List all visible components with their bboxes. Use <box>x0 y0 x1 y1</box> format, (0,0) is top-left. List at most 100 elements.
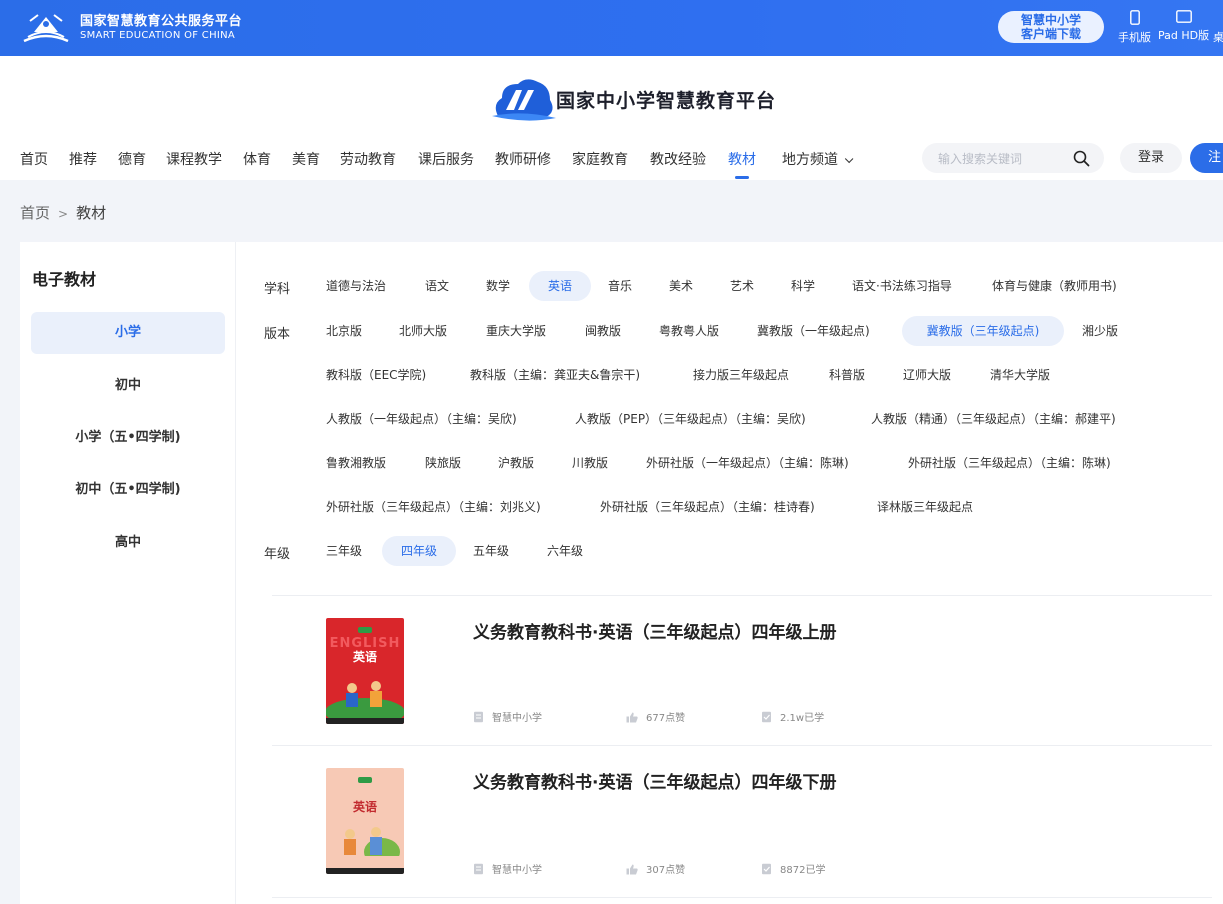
nav-moral[interactable]: 德育 <box>118 149 146 169</box>
book-learners-text: 8872已学 <box>780 865 826 876</box>
edition-chip[interactable]: 北师大版 <box>399 316 447 346</box>
nav-labor[interactable]: 劳动教育 <box>340 149 396 169</box>
pad-version-label: Pad HD版 <box>1158 29 1210 42</box>
grade-chip[interactable]: 三年级 <box>326 536 362 566</box>
nav-family[interactable]: 家庭教育 <box>572 149 628 169</box>
sidebar-title: 电子教材 <box>32 270 97 289</box>
edition-chip[interactable]: 人教版（一年级起点）（主编：吴欣) <box>326 404 517 434</box>
brand-name-en: SMART EDUCATION OF CHINA <box>80 30 236 41</box>
book-source-text: 智慧中小学 <box>492 865 542 876</box>
book-title[interactable]: 义务教育教科书·英语（三年级起点）四年级上册 <box>473 618 836 643</box>
edition-chip-active[interactable]: 冀教版（三年级起点) <box>902 316 1064 346</box>
edition-chip[interactable]: 闽教版 <box>585 316 621 346</box>
edition-chip[interactable]: 外研社版（一年级起点）（主编：陈琳) <box>646 448 849 478</box>
nav-local-channel-label: 地方频道 <box>782 152 838 168</box>
subject-chip[interactable]: 道德与法治 <box>326 271 386 301</box>
edition-chip[interactable]: 北京版 <box>326 316 362 346</box>
edition-chip[interactable]: 教科版（主编：龚亚夫&鲁宗干) <box>470 360 640 390</box>
client-download-button[interactable]: 智慧中小学 客户端下载 <box>998 11 1104 43</box>
edition-chip[interactable]: 人教版（精通）（三年级起点）（主编：郝建平) <box>871 404 1116 434</box>
phone-icon <box>1129 10 1140 25</box>
nav-textbooks[interactable]: 教材 <box>728 149 756 169</box>
register-button[interactable]: 注 <box>1190 143 1223 173</box>
breadcrumb: 首页 > 教材 <box>20 202 106 223</box>
breadcrumb-home[interactable]: 首页 <box>20 204 50 222</box>
subject-chip[interactable]: 美术 <box>669 271 693 301</box>
edition-chip[interactable]: 外研社版（三年级起点）（主编：陈琳) <box>908 448 1111 478</box>
book-title[interactable]: 义务教育教科书·英语（三年级起点）四年级下册 <box>473 768 836 793</box>
edition-chip[interactable]: 教科版（EEC学院) <box>326 360 426 390</box>
nav-local-channel[interactable]: 地方频道 <box>782 149 854 169</box>
edition-chip[interactable]: 粤教粤人版 <box>659 316 719 346</box>
mobile-version-link[interactable]: 手机版 <box>1118 10 1151 45</box>
thumbs-up-icon <box>626 864 638 875</box>
edition-chip[interactable]: 外研社版（三年级起点）（主编：刘兆义) <box>326 492 541 522</box>
cloud-logo-icon[interactable] <box>492 76 556 122</box>
nav-arts[interactable]: 美育 <box>292 149 320 169</box>
edition-chip[interactable]: 人教版（PEP）（三年级起点）（主编：吴欣) <box>575 404 806 434</box>
edition-chip[interactable]: 译林版三年级起点 <box>877 492 973 522</box>
list-divider <box>272 897 1212 898</box>
book-source-text: 智慧中小学 <box>492 713 542 724</box>
stage-junior[interactable]: 初中 <box>31 365 225 407</box>
smart-education-logo-icon[interactable] <box>20 11 72 45</box>
document-icon <box>474 863 483 875</box>
chevron-down-icon <box>844 154 854 164</box>
nav-recommend[interactable]: 推荐 <box>69 149 97 169</box>
edition-chip[interactable]: 重庆大学版 <box>486 316 546 346</box>
nav-after-school[interactable]: 课后服务 <box>418 149 474 169</box>
subject-chip[interactable]: 艺术 <box>730 271 754 301</box>
edition-chip[interactable]: 湘少版 <box>1082 316 1118 346</box>
book-learned-icon <box>762 711 771 723</box>
nav-course-teaching[interactable]: 课程教学 <box>166 149 222 169</box>
list-divider <box>272 745 1212 746</box>
nav-home[interactable]: 首页 <box>20 149 48 169</box>
subject-chip[interactable]: 语文 <box>425 271 449 301</box>
stage-senior[interactable]: 高中 <box>31 522 225 564</box>
platform-brand[interactable]: 国家智慧教育公共服务平台 SMART EDUCATION OF CHINA <box>80 14 242 42</box>
header: 国家中小学智慧教育平台 首页 推荐 德育 课程教学 体育 美育 劳动教育 课后服… <box>0 56 1223 180</box>
subject-chip-active[interactable]: 英语 <box>529 271 591 301</box>
edition-chip[interactable]: 沪教版 <box>498 448 534 478</box>
edition-chip[interactable]: 外研社版（三年级起点）（主编：桂诗春) <box>600 492 815 522</box>
edition-chip[interactable]: 陕旅版 <box>425 448 461 478</box>
stage-primary[interactable]: 小学 <box>31 312 225 354</box>
brand-name-cn: 国家智慧教育公共服务平台 <box>80 14 243 29</box>
edition-chip[interactable]: 鲁教湘教版 <box>326 448 386 478</box>
book-source: 智慧中小学 <box>473 861 542 876</box>
book-learners: 2.1w已学 <box>761 709 824 724</box>
grade-chip[interactable]: 五年级 <box>473 536 509 566</box>
book-cover-image[interactable]: ENGLISH 英语 <box>326 618 404 724</box>
nav-reform[interactable]: 教改经验 <box>650 149 706 169</box>
book-learners-text: 2.1w已学 <box>780 713 825 724</box>
nav-teacher-training[interactable]: 教师研修 <box>495 149 551 169</box>
desktop-version-link[interactable]: 桌 <box>1213 10 1223 45</box>
edition-chip[interactable]: 接力版三年级起点 <box>693 360 789 390</box>
breadcrumb-current: 教材 <box>76 204 107 222</box>
subject-chip[interactable]: 语文·书法练习指导 <box>852 271 952 301</box>
edition-chip[interactable]: 辽师大版 <box>903 360 951 390</box>
top-bar: 国家智慧教育公共服务平台 SMART EDUCATION OF CHINA 智慧… <box>0 0 1223 56</box>
subject-chip[interactable]: 音乐 <box>608 271 632 301</box>
subject-chip[interactable]: 体育与健康（教师用书) <box>992 271 1117 301</box>
subject-chip[interactable]: 科学 <box>791 271 815 301</box>
edition-chip[interactable]: 科普版 <box>829 360 865 390</box>
book-likes-text: 677点赞 <box>646 713 686 724</box>
edition-chip[interactable]: 川教版 <box>572 448 608 478</box>
book-cover-image[interactable]: 英语 <box>326 768 404 874</box>
stage-junior-54[interactable]: 初中（五•四学制) <box>31 469 225 511</box>
subject-chip[interactable]: 数学 <box>486 271 510 301</box>
document-icon <box>474 711 483 723</box>
grade-chip-active[interactable]: 四年级 <box>382 536 456 566</box>
edition-chip[interactable]: 清华大学版 <box>990 360 1050 390</box>
search-icon[interactable] <box>1073 150 1090 167</box>
client-download-line2: 客户端下载 <box>1020 27 1081 41</box>
stage-primary-54[interactable]: 小学（五•四学制) <box>31 417 225 459</box>
nav-sports[interactable]: 体育 <box>243 149 271 169</box>
tablet-icon <box>1175 10 1192 23</box>
login-button[interactable]: 登录 <box>1120 143 1182 173</box>
pad-version-link[interactable]: Pad HD版 <box>1158 10 1209 43</box>
search-box[interactable]: 输入搜索关键词 <box>922 143 1104 173</box>
grade-chip[interactable]: 六年级 <box>547 536 583 566</box>
edition-chip[interactable]: 冀教版（一年级起点) <box>757 316 870 346</box>
